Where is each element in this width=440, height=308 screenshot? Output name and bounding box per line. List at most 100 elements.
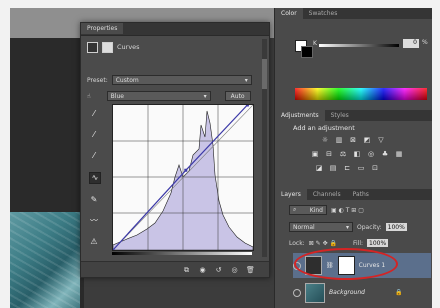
photo-filter-icon[interactable]: ◎ <box>367 150 375 158</box>
layers-tabs: Layers Channels Paths <box>275 189 432 200</box>
balance-icon[interactable]: ⚖ <box>339 150 347 158</box>
adjustment-layer-icon <box>87 41 98 53</box>
kind-value: Kind <box>309 206 323 214</box>
preset-dropdown[interactable]: Custom ▾ <box>111 75 252 85</box>
eye-toggle-icon[interactable]: ◉ <box>198 266 207 274</box>
properties-title: Curves <box>117 43 140 51</box>
canvas-image-texture <box>10 212 80 308</box>
adjustments-title: Add an adjustment <box>293 124 355 132</box>
adjustments-tabs: Adjustments Styles <box>275 110 432 121</box>
tab-channels[interactable]: Channels <box>307 189 347 200</box>
tab-styles[interactable]: Styles <box>325 110 355 121</box>
channel-row: ☝ Blue ▾ Auto <box>87 91 251 101</box>
screenshot-frame: Properties Curves Preset: Custom ▾ ☝ Blu… <box>0 0 440 308</box>
preset-label: Preset: <box>87 76 108 84</box>
blend-mode-value: Normal <box>293 223 315 231</box>
trash-icon[interactable]: 🗑 <box>246 266 255 274</box>
exposure-icon[interactable]: ◩ <box>363 136 371 144</box>
hand-warning-icon[interactable]: ⚠ <box>89 237 99 247</box>
lock-icons[interactable]: ⊠ ✎ ✥ 🔒 <box>309 240 337 247</box>
reset-icon[interactable]: ↺ <box>214 266 223 274</box>
curves-icon[interactable]: ⊠ <box>349 136 357 144</box>
preset-row: Preset: Custom ▾ <box>87 75 252 85</box>
tab-adjustments[interactable]: Adjustments <box>275 110 325 121</box>
background-color[interactable] <box>301 46 313 58</box>
fill-field[interactable]: 100% <box>367 239 389 247</box>
pencil-icon[interactable]: ✎ <box>89 195 99 205</box>
invert-icon[interactable]: ◪ <box>315 164 323 172</box>
filter-row: ⌕ Kind ▣ ◐ T ⊞ ▢ <box>289 205 364 215</box>
k-slider[interactable] <box>319 44 399 47</box>
gray-eyedropper-icon[interactable]: ⁄ <box>89 130 99 140</box>
lock-row: Lock: ⊠ ✎ ✥ 🔒 Fill: 100% <box>289 239 389 247</box>
opacity-label: Opacity: <box>357 223 382 231</box>
chevron-down-icon: ▾ <box>244 76 248 84</box>
curves-tools: ⁄ ⁄ ⁄ ∿ ✎ 〰 ⚠ <box>89 109 103 258</box>
clip-layer-icon[interactable]: ⧉ <box>182 266 191 274</box>
k-value-field[interactable]: 0 <box>403 39 419 48</box>
color-tabs: Color Swatches <box>275 8 432 19</box>
highlight-circle <box>294 248 398 280</box>
adjustments-row: ▣ ⊟ ⚖ ◧ ◎ ♣ ▦ <box>311 150 421 158</box>
curve-control-point[interactable] <box>111 248 115 252</box>
black-eyedropper-icon[interactable]: ⁄ <box>89 109 99 119</box>
opacity-field[interactable]: 100% <box>385 223 407 231</box>
smooth-icon[interactable]: 〰 <box>89 216 99 226</box>
blend-mode-dropdown[interactable]: Normal ▾ <box>289 222 353 232</box>
kind-dropdown[interactable]: ⌕ Kind <box>289 205 327 215</box>
triangle-icon[interactable]: ▽ <box>377 136 385 144</box>
curve-control-point[interactable] <box>184 168 188 172</box>
on-image-adjust-icon[interactable]: ☝ <box>87 93 91 100</box>
blend-row: Normal ▾ Opacity: 100% <box>289 222 407 232</box>
search-icon: ⌕ <box>293 206 297 213</box>
filter-icons[interactable]: ▣ ◐ T ⊞ ▢ <box>331 207 364 214</box>
curve-wave-icon[interactable]: ∿ <box>89 172 101 184</box>
lock-label: Lock: <box>289 239 305 247</box>
tab-paths[interactable]: Paths <box>347 189 375 200</box>
tab-swatches[interactable]: Swatches <box>303 8 344 19</box>
brightness-icon[interactable]: ☼ <box>321 136 329 144</box>
adjustments-grid: ☼ ▥ ⊠ ◩ ▽ ▣ ⊟ ⚖ ◧ ◎ ♣ ▦ ◪ ▤ ⊏ ▭ ⊡ <box>311 136 421 178</box>
adjustments-row: ☼ ▥ ⊠ ◩ ▽ <box>311 136 421 144</box>
vibrance-icon[interactable]: ▣ <box>311 150 319 158</box>
properties-bottombar: ⧉ ◉ ↺ ◎ 🗑 <box>81 261 269 277</box>
properties-panel: Properties Curves Preset: Custom ▾ ☝ Blu… <box>80 22 270 278</box>
curve-control-point[interactable] <box>245 103 249 107</box>
lock-icon: 🔒 <box>394 289 403 296</box>
mask-icon[interactable] <box>102 41 113 53</box>
selective-color-icon[interactable]: ⊡ <box>371 164 379 172</box>
tab-layers[interactable]: Layers <box>275 189 307 200</box>
grid-icon[interactable]: ▦ <box>395 150 403 158</box>
layer-row-background[interactable]: Background 🔒 <box>293 280 431 305</box>
curves-svg <box>111 103 254 252</box>
chevron-down-icon: ▾ <box>203 92 207 100</box>
channel-mixer-icon[interactable]: ♣ <box>381 150 389 158</box>
threshold-icon[interactable]: ⊏ <box>343 164 351 172</box>
properties-tabbar: Properties <box>81 23 269 36</box>
curves-graph[interactable] <box>111 103 254 252</box>
color-spectrum[interactable] <box>295 88 427 100</box>
tab-color[interactable]: Color <box>275 8 303 19</box>
channel-value: Blue <box>110 92 124 100</box>
layer-name: Background <box>329 289 365 296</box>
photoshop-workspace: Properties Curves Preset: Custom ▾ ☝ Blu… <box>10 8 432 308</box>
levels-icon[interactable]: ▥ <box>335 136 343 144</box>
bw-icon[interactable]: ◧ <box>353 150 361 158</box>
eye-icon[interactable] <box>293 288 301 297</box>
tab-properties[interactable]: Properties <box>81 23 124 34</box>
k-label: K <box>313 40 317 47</box>
fill-label: Fill: <box>352 239 364 247</box>
posterize-icon[interactable]: ▤ <box>329 164 337 172</box>
chevron-down-icon: ▾ <box>345 223 349 231</box>
hue-icon[interactable]: ⊟ <box>325 150 333 158</box>
input-gradient-slider[interactable] <box>112 252 252 255</box>
properties-scrollbar[interactable] <box>262 39 267 257</box>
visibility-icon[interactable]: ◎ <box>230 266 239 274</box>
gradient-map-icon[interactable]: ▭ <box>357 164 365 172</box>
channel-dropdown[interactable]: Blue ▾ <box>106 91 211 101</box>
k-unit: % <box>422 39 428 46</box>
scroll-thumb[interactable] <box>262 59 267 89</box>
adjustments-row: ◪ ▤ ⊏ ▭ ⊡ <box>311 164 421 172</box>
white-eyedropper-icon[interactable]: ⁄ <box>89 151 99 161</box>
auto-button[interactable]: Auto <box>224 91 251 101</box>
